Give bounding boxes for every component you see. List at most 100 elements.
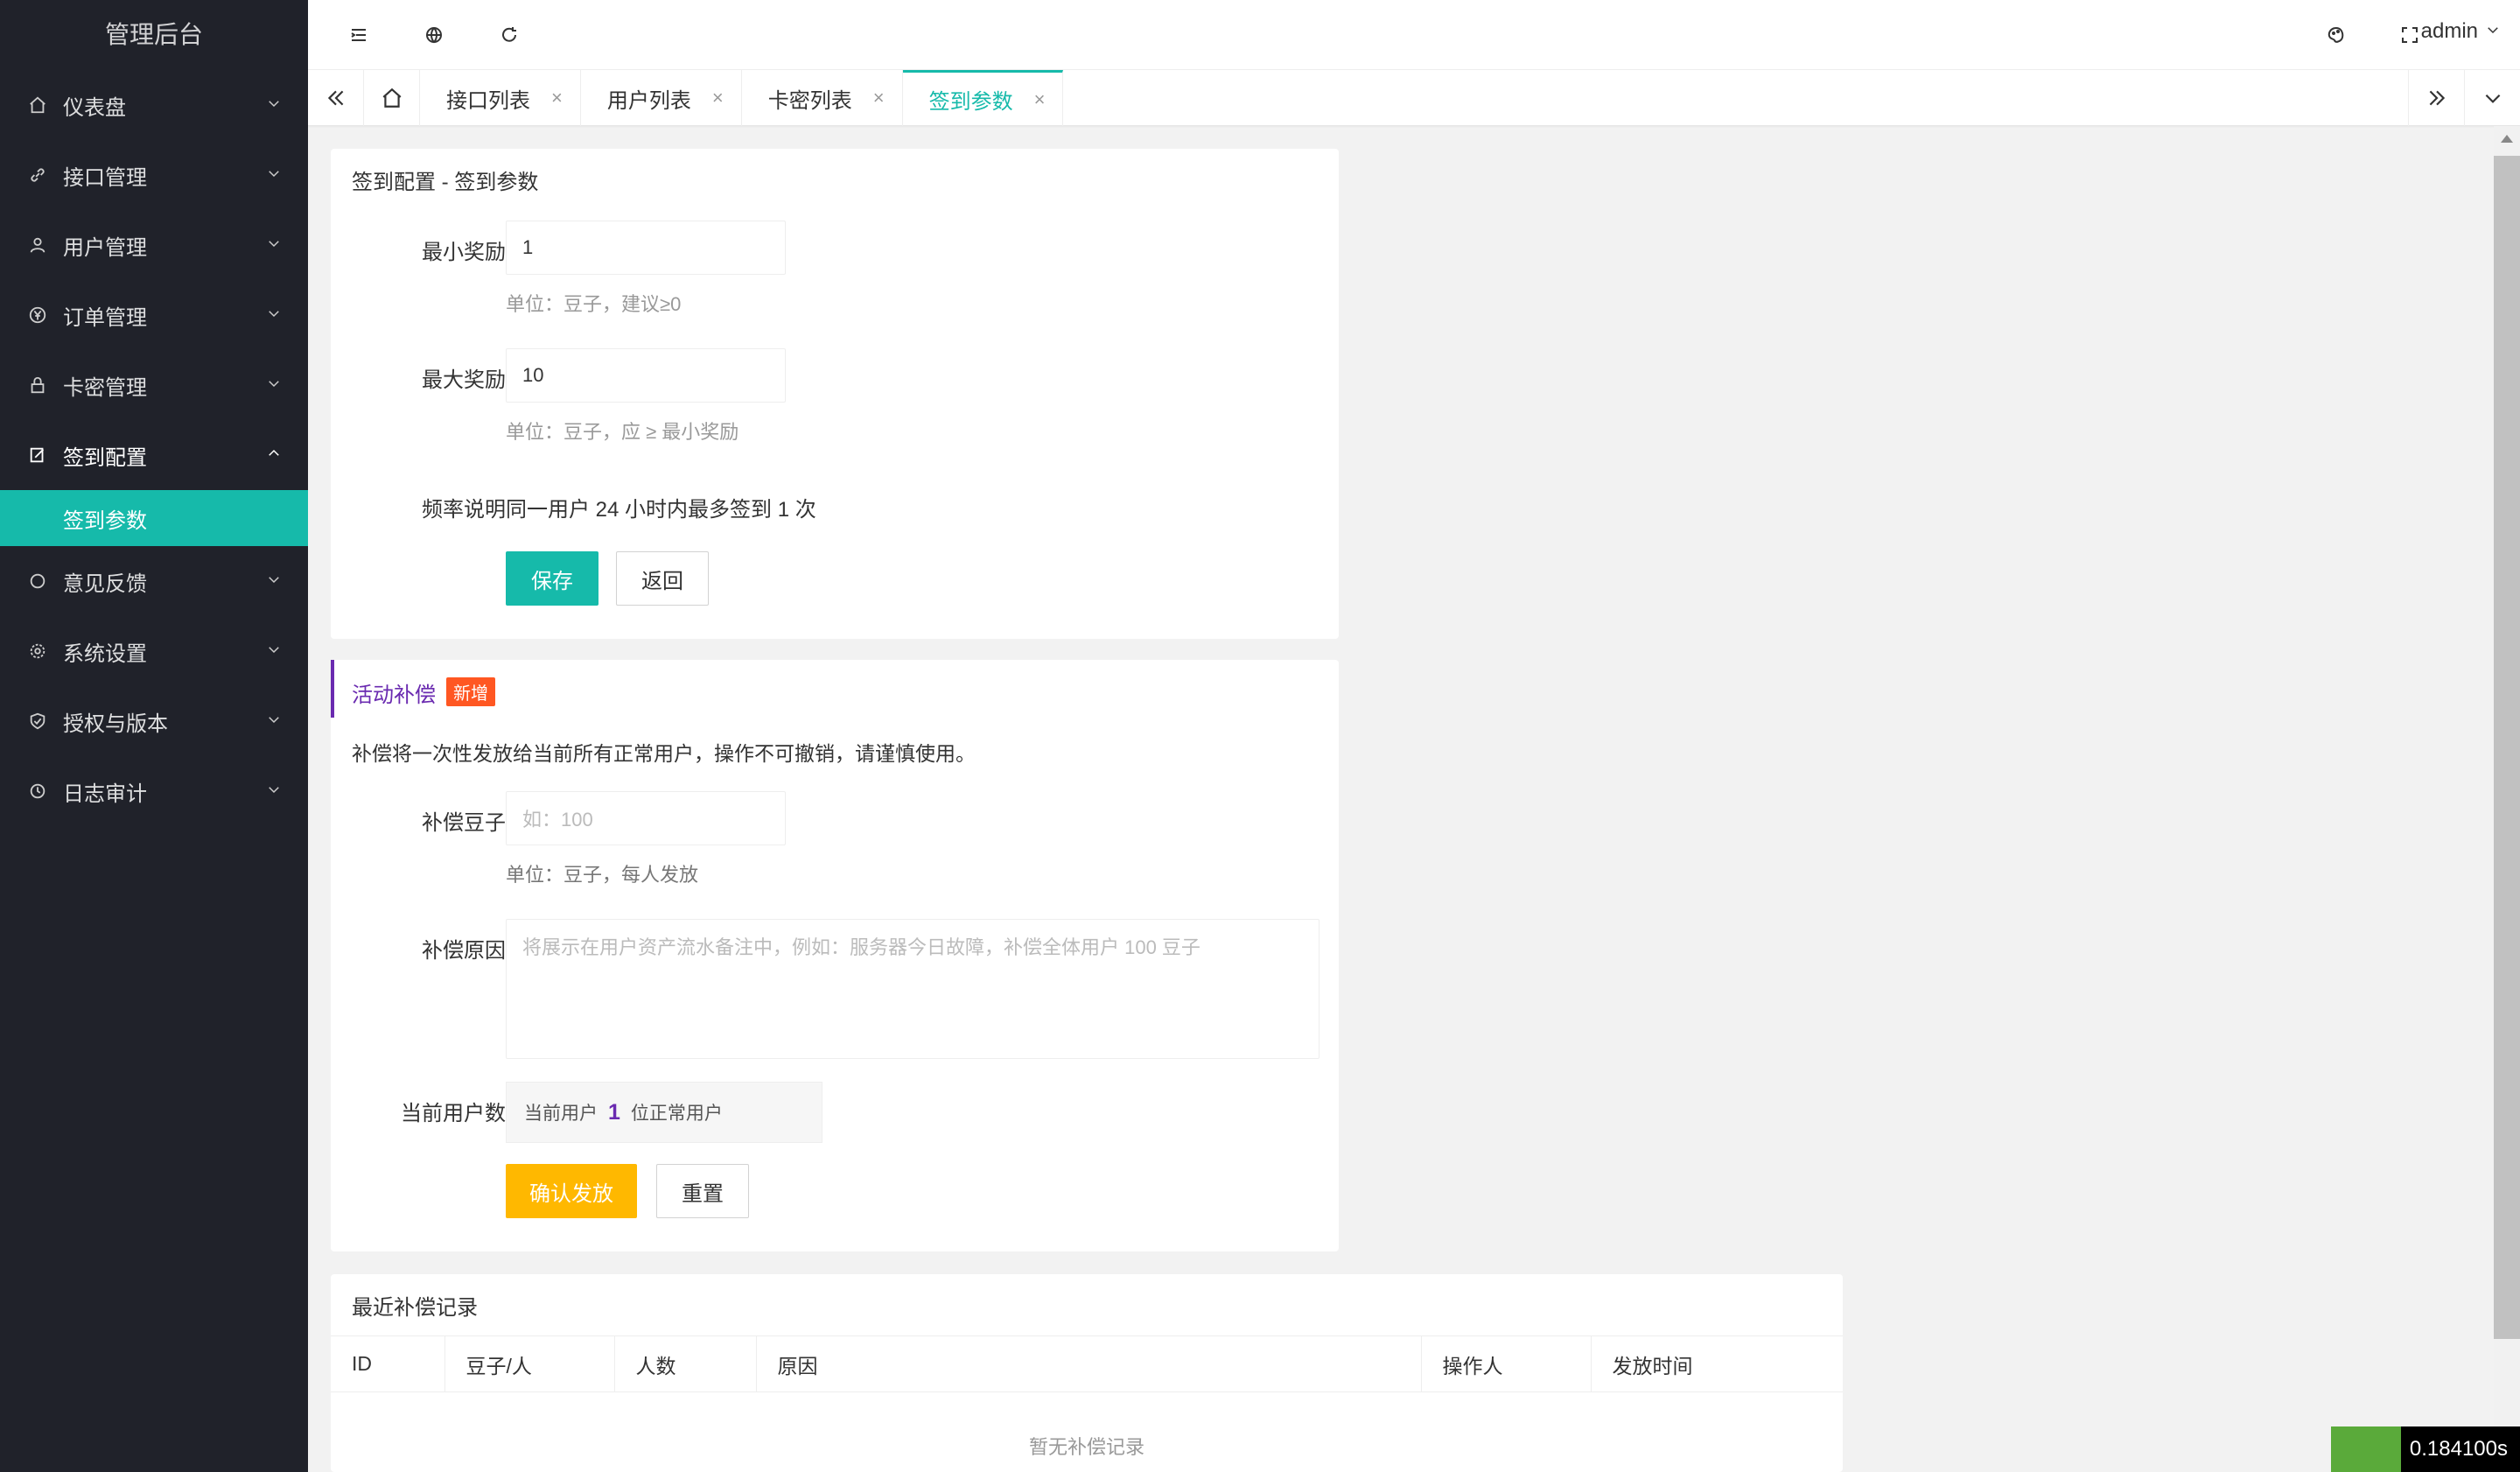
signin-config-card: 签到配置 - 签到参数 最小奖励 1 单位：豆子，建议≥0 最大奖励 10 单位… — [331, 149, 1339, 639]
lock-icon — [26, 374, 49, 396]
tab-signin-params[interactable]: 签到参数 × — [902, 70, 1064, 126]
sidebar-item-label: 订单管理 — [63, 305, 147, 330]
column-count: 人数 — [614, 1335, 757, 1392]
users-count-label: 当前用户数 — [401, 1102, 506, 1125]
column-time: 发放时间 — [1591, 1335, 1843, 1392]
save-button[interactable]: 保存 — [506, 551, 598, 606]
max-reward-label: 最大奖励 — [422, 368, 506, 392]
sidebar-item-dashboard[interactable]: 仪表盘 — [0, 70, 308, 140]
sidebar-item-license[interactable]: 授权与版本 — [0, 686, 308, 756]
chevron-down-icon — [266, 779, 282, 803]
sidebar-item-cards[interactable]: 卡密管理 — [0, 350, 308, 420]
close-icon[interactable]: × — [873, 87, 885, 109]
records-card: 最近补偿记录 ID 豆子/人 人数 原因 操作人 发放时间 暂无补偿记录 — [331, 1274, 1843, 1472]
home-icon — [26, 94, 49, 116]
sidebar-item-settings[interactable]: 系统设置 — [0, 616, 308, 686]
confirm-issue-button[interactable]: 确认发放 — [506, 1164, 637, 1218]
menu-toggle-icon[interactable] — [341, 18, 376, 53]
sidebar-item-label: 接口管理 — [63, 165, 147, 190]
palette-icon[interactable] — [2319, 18, 2354, 53]
sidebar-item-feedback[interactable]: 意见反馈 — [0, 546, 308, 616]
section-accent — [331, 660, 334, 718]
debug-timer: 0.184100s — [2330, 1426, 2520, 1472]
beans-input[interactable]: 如：100 — [506, 791, 786, 845]
reset-button[interactable]: 重置 — [656, 1164, 749, 1218]
max-reward-input[interactable]: 10 — [506, 348, 786, 403]
tab-home-icon[interactable] — [364, 70, 420, 126]
records-table: ID 豆子/人 人数 原因 操作人 发放时间 — [331, 1335, 1843, 1392]
compensation-notice: 补偿将一次性发放给当前所有正常用户，操作不可撤销，请谨慎使用。 — [352, 742, 976, 765]
tab-api-list[interactable]: 接口列表 × — [420, 70, 581, 126]
chevron-down-icon — [266, 233, 282, 257]
tab-card-list[interactable]: 卡密列表 × — [742, 70, 903, 126]
column-operator: 操作人 — [1421, 1335, 1592, 1392]
new-badge: 新增 — [446, 677, 495, 706]
username: admin — [2420, 19, 2478, 43]
reason-textarea[interactable]: 将展示在用户资产流水备注中，例如：服务器今日故障，补偿全体用户 100 豆子 — [506, 919, 1320, 1059]
tab-label: 签到参数 — [928, 90, 1013, 114]
chevron-down-icon — [266, 569, 282, 593]
chevron-down-icon — [266, 709, 282, 733]
refresh-icon[interactable] — [492, 18, 527, 53]
shield-icon — [26, 710, 49, 732]
globe-icon[interactable] — [416, 18, 452, 53]
sidebar-item-orders[interactable]: 订单管理 — [0, 280, 308, 350]
users-count-value: 1 — [608, 1099, 620, 1125]
timer-value: 0.184100s — [2409, 1437, 2508, 1461]
tab-label: 卡密列表 — [767, 88, 852, 113]
sidebar-item-label: 卡密管理 — [63, 375, 147, 400]
min-reward-input[interactable]: 1 — [506, 221, 786, 275]
close-icon[interactable]: × — [551, 87, 563, 109]
chevron-down-icon — [266, 639, 282, 663]
tab-label: 用户列表 — [606, 88, 691, 113]
scroll-right-icon[interactable] — [2408, 70, 2464, 126]
sidebar-item-api[interactable]: 接口管理 — [0, 140, 308, 210]
debug-logo-icon — [2330, 1426, 2401, 1472]
sidebar-item-signin-config[interactable]: 签到配置 — [0, 420, 308, 490]
chevron-down-icon — [266, 303, 282, 327]
min-reward-label: 最小奖励 — [422, 241, 506, 264]
yen-icon — [26, 304, 49, 326]
chevron-down-icon — [266, 163, 282, 187]
top-header: admin — [308, 0, 2520, 70]
close-icon[interactable]: × — [1034, 88, 1046, 111]
tab-user-list[interactable]: 用户列表 × — [581, 70, 742, 126]
sidebar-subitem-signin-params[interactable]: 签到参数 — [0, 490, 308, 546]
edit-icon — [26, 444, 49, 466]
scrollbar-thumb[interactable] — [2494, 156, 2520, 1339]
users-prefix: 当前用户 — [524, 1104, 598, 1124]
compensation-title: 活动补偿 — [352, 683, 436, 707]
sidebar-item-users[interactable]: 用户管理 — [0, 210, 308, 280]
tab-menu-chevron-icon[interactable] — [2464, 70, 2520, 126]
scroll-left-icon[interactable] — [308, 70, 364, 126]
table-header-row: ID 豆子/人 人数 原因 操作人 发放时间 — [331, 1335, 1843, 1392]
frequency-text: 同一用户 24 小时内最多签到 1 次 — [506, 498, 816, 522]
sidebar: 管理后台 仪表盘 接口管理 用户管理 订单管理 卡密管理 签到配置 签到参数 意… — [0, 0, 308, 1472]
sidebar-item-label: 系统设置 — [63, 641, 147, 666]
users-suffix: 位正常用户 — [630, 1104, 723, 1124]
sidebar-item-label: 签到配置 — [63, 445, 147, 470]
user-menu[interactable]: admin — [2421, 19, 2501, 44]
brand-title: 管理后台 — [104, 21, 203, 48]
sidebar-item-label: 授权与版本 — [63, 711, 168, 736]
link-icon — [26, 164, 49, 186]
max-reward-hint: 单位：豆子，应 ≥ 最小奖励 — [506, 421, 739, 443]
close-icon[interactable]: × — [712, 87, 724, 109]
users-count-box: 当前用户 1 位正常用户 — [506, 1082, 822, 1143]
scroll-up-icon[interactable] — [2501, 135, 2513, 143]
gear-icon — [26, 640, 49, 662]
sidebar-item-label: 意见反馈 — [63, 571, 147, 596]
circle-icon — [26, 570, 49, 592]
chevron-down-icon — [266, 373, 282, 397]
sidebar-item-label: 日志审计 — [63, 782, 147, 806]
beans-label: 补偿豆子 — [422, 811, 506, 835]
column-id: ID — [331, 1335, 445, 1392]
sidebar-item-label: 仪表盘 — [63, 95, 126, 120]
chevron-up-icon — [266, 443, 282, 467]
beans-hint: 单位：豆子，每人发放 — [506, 864, 699, 886]
back-button[interactable]: 返回 — [616, 551, 709, 606]
sidebar-item-label: 用户管理 — [63, 235, 147, 260]
records-title: 最近补偿记录 — [352, 1296, 478, 1320]
chevron-down-icon — [266, 93, 282, 117]
sidebar-item-audit[interactable]: 日志审计 — [0, 756, 308, 826]
